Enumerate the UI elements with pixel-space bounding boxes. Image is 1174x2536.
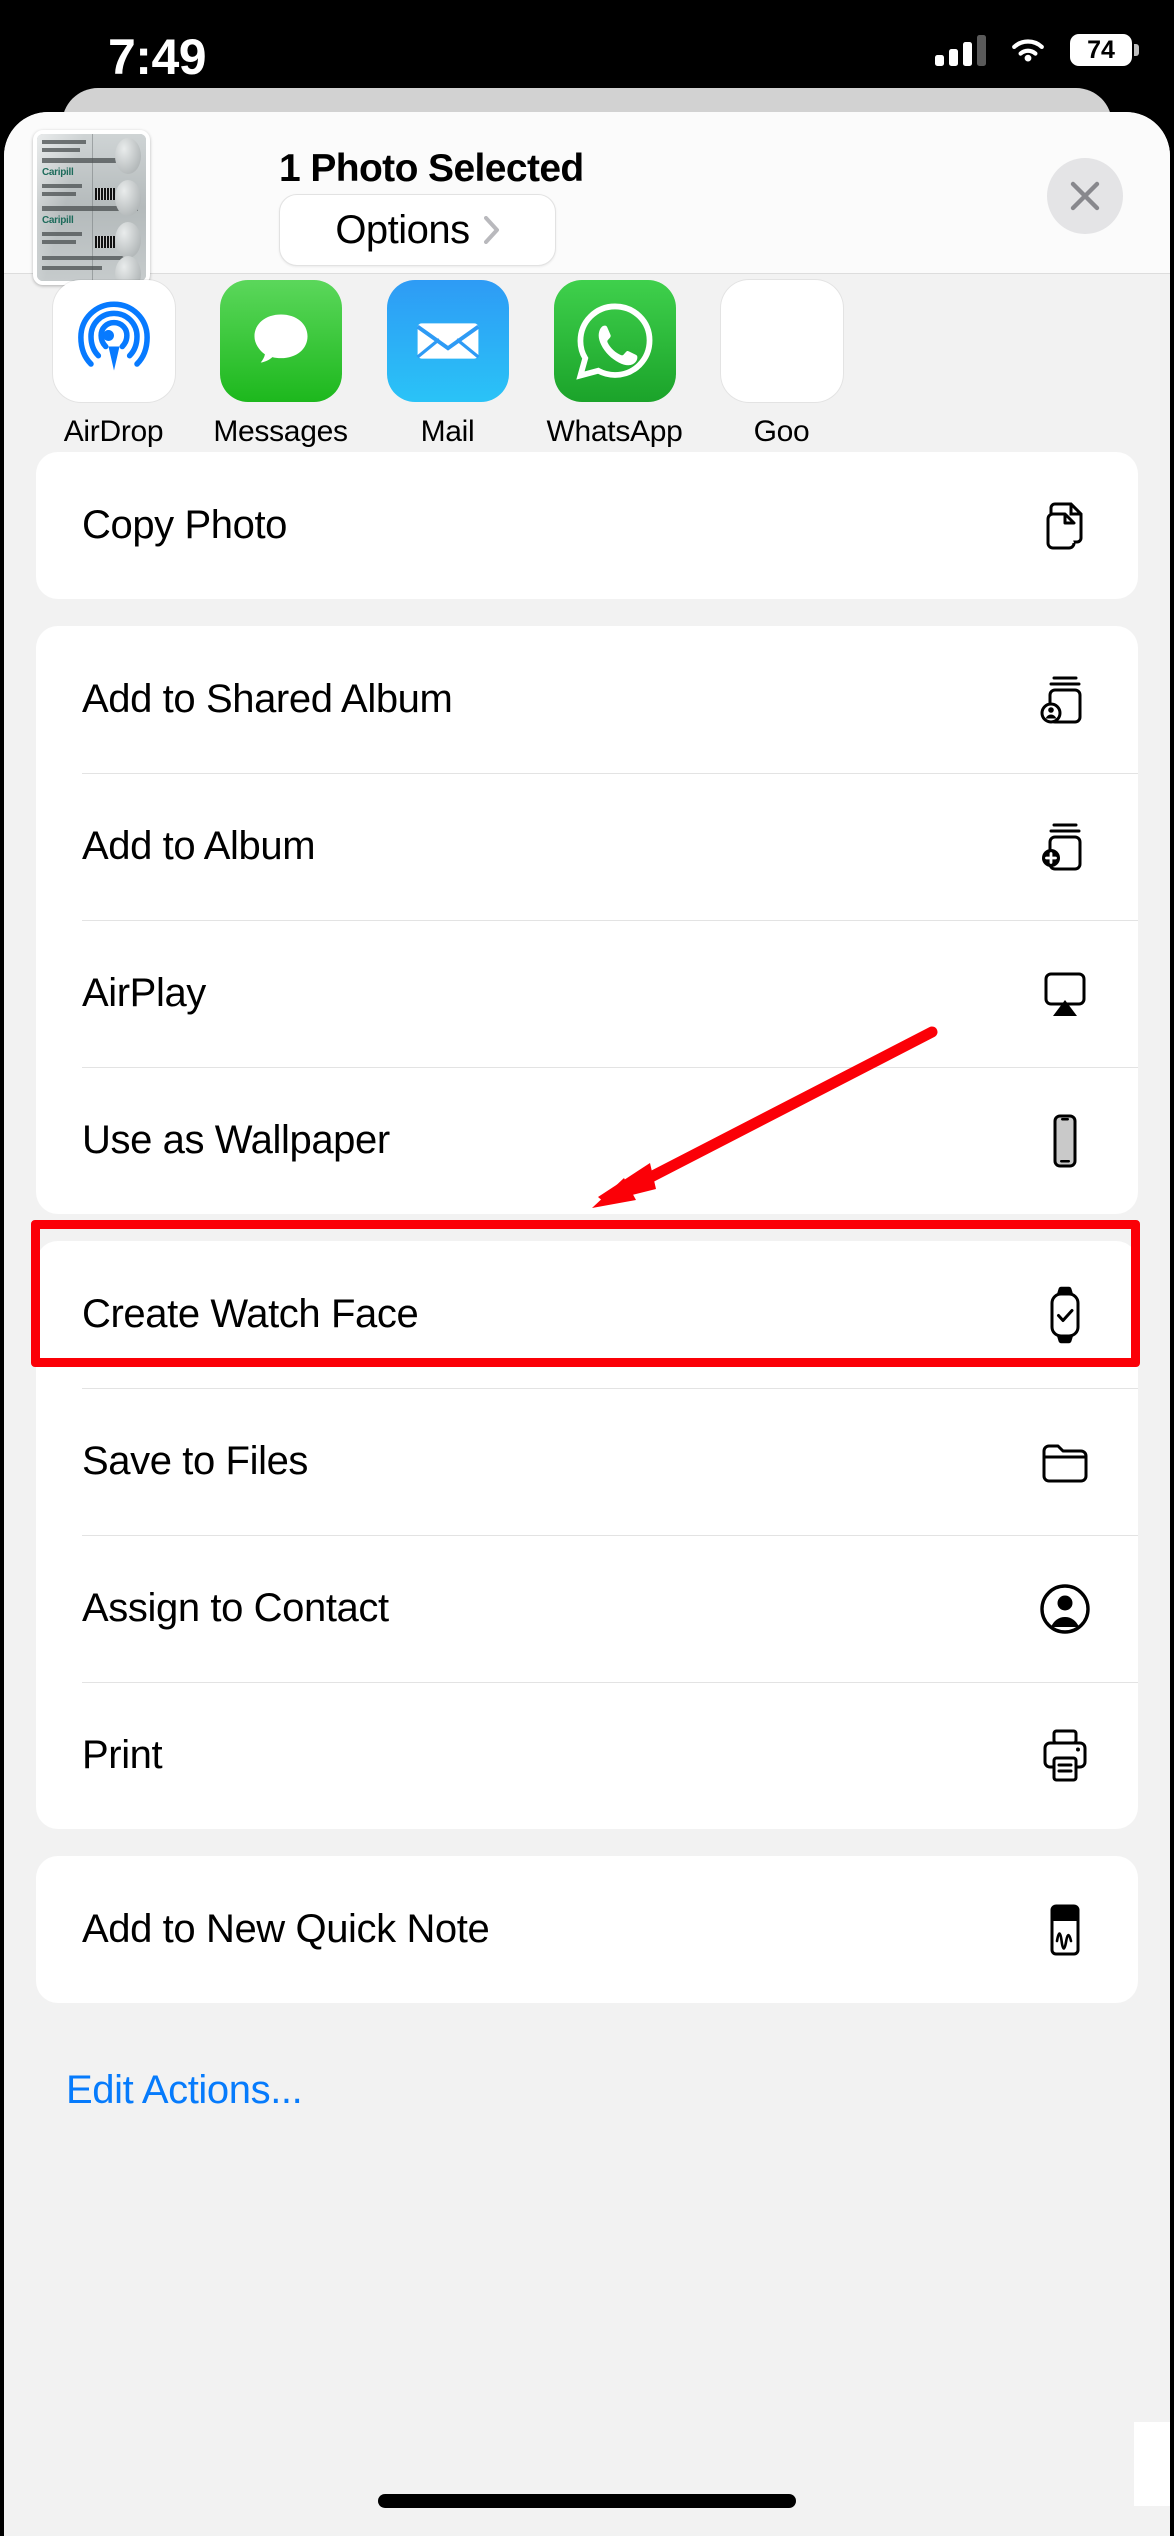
share-target-airdrop[interactable]: AirDrop — [30, 280, 197, 449]
cellular-bars-icon — [935, 34, 986, 66]
share-app-row[interactable]: AirDrop Messages Mail WhatsApp Goo — [4, 274, 1170, 452]
messages-icon — [219, 280, 342, 402]
close-button[interactable] — [1047, 158, 1123, 234]
share-target-label: WhatsApp — [546, 415, 683, 448]
person-circle-icon — [1036, 1580, 1094, 1638]
action-row-add-to-album[interactable]: Add to Album — [36, 773, 1138, 920]
status-bar-indicators: 74 — [935, 34, 1139, 66]
action-label: Use as Wallpaper — [82, 1118, 390, 1162]
edit-actions-link[interactable]: Edit Actions... — [36, 2030, 1138, 2113]
action-label: AirPlay — [82, 971, 206, 1015]
action-row-print[interactable]: Print — [36, 1682, 1138, 1829]
iphone-screen: 7:49 74 Caripill Caripill 1 Photo Select… — [0, 0, 1174, 2536]
action-group: Add to New Quick Note — [36, 1856, 1138, 2003]
options-button-label: Options — [335, 207, 470, 252]
home-indicator — [378, 2494, 796, 2508]
share-target-google[interactable]: Goo — [698, 280, 865, 449]
action-list: Copy Photo Add to Shared Album Add to Al… — [4, 452, 1170, 2113]
printer-icon — [1036, 1727, 1094, 1785]
share-sheet: Caripill Caripill 1 Photo Selected Optio… — [4, 112, 1170, 2536]
battery-percent-label: 74 — [1087, 35, 1115, 64]
iphone-icon — [1036, 1112, 1094, 1170]
doc-on-doc-icon — [1036, 497, 1094, 555]
google-icon — [720, 280, 843, 402]
action-group: Add to Shared Album Add to Album AirPlay… — [36, 626, 1138, 1214]
airdrop-icon — [52, 280, 175, 402]
action-label: Assign to Contact — [82, 1586, 389, 1630]
selected-photo-thumbnail[interactable]: Caripill Caripill — [33, 130, 150, 285]
action-label: Save to Files — [82, 1439, 309, 1483]
options-button[interactable]: Options — [279, 194, 556, 266]
share-target-whatsapp[interactable]: WhatsApp — [531, 280, 698, 449]
share-sheet-header: Caripill Caripill 1 Photo Selected Optio… — [4, 112, 1170, 285]
person-album-icon — [1036, 671, 1094, 729]
folder-icon — [1036, 1433, 1094, 1491]
airplay-icon — [1036, 965, 1094, 1023]
action-label: Add to Shared Album — [82, 677, 453, 721]
quicknote-icon — [1036, 1901, 1094, 1959]
action-row-add-to-new-quick-note[interactable]: Add to New Quick Note — [36, 1856, 1138, 2003]
applewatch-icon — [1036, 1286, 1094, 1344]
share-target-label: Messages — [213, 415, 348, 448]
action-label: Add to New Quick Note — [82, 1907, 490, 1951]
action-row-copy-photo[interactable]: Copy Photo — [36, 452, 1138, 599]
action-row-save-to-files[interactable]: Save to Files — [36, 1388, 1138, 1535]
action-group: Copy Photo — [36, 452, 1138, 599]
battery-icon: 74 — [1070, 34, 1139, 66]
action-label: Copy Photo — [82, 503, 288, 547]
action-group: Create Watch Face Save to Files Assign t… — [36, 1241, 1138, 1829]
close-icon — [1070, 181, 1100, 211]
thumbnail-image: Caripill Caripill — [37, 134, 146, 281]
share-target-label: AirDrop — [63, 415, 164, 448]
action-row-airplay[interactable]: AirPlay — [36, 920, 1138, 1067]
action-label: Create Watch Face — [82, 1292, 419, 1336]
action-label: Print — [82, 1733, 163, 1777]
share-target-label: Goo — [753, 415, 810, 448]
action-row-add-to-shared-album[interactable]: Add to Shared Album — [36, 626, 1138, 773]
chevron-right-icon — [483, 216, 499, 244]
selection-title: 1 Photo Selected — [279, 147, 584, 190]
share-target-label: Mail — [420, 415, 475, 448]
share-target-mail[interactable]: Mail — [364, 280, 531, 449]
screen-edge-artifact — [1134, 2422, 1170, 2506]
wifi-icon — [1012, 39, 1044, 62]
action-row-assign-to-contact[interactable]: Assign to Contact — [36, 1535, 1138, 1682]
action-row-create-watch-face[interactable]: Create Watch Face — [36, 1241, 1138, 1388]
action-label: Add to Album — [82, 824, 316, 868]
whatsapp-icon — [553, 280, 676, 402]
share-target-messages[interactable]: Messages — [197, 280, 364, 449]
plus-album-icon — [1036, 818, 1094, 876]
status-bar-clock: 7:49 — [108, 29, 207, 85]
action-row-use-as-wallpaper[interactable]: Use as Wallpaper — [36, 1067, 1138, 1214]
mail-icon — [386, 280, 509, 402]
